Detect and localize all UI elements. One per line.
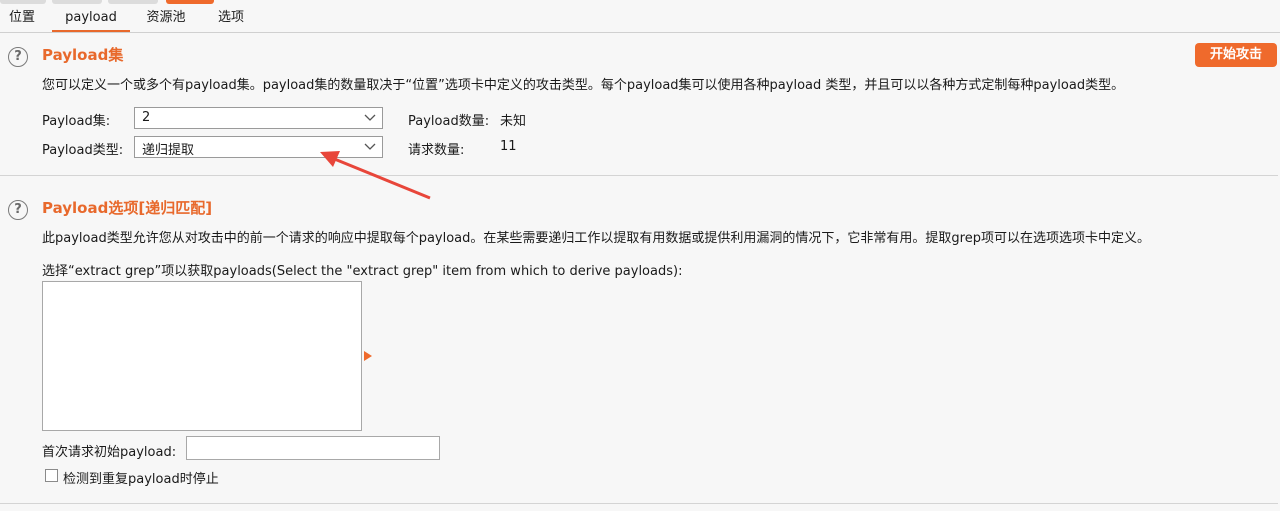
payload-set-value: 2: [142, 110, 151, 125]
initial-payload-input[interactable]: [186, 436, 440, 460]
stop-on-duplicate-label: 检测到重复payload时停止: [63, 472, 219, 487]
tab-resource-pool[interactable]: 资源池: [138, 4, 194, 31]
payload-count-label: Payload数量:: [408, 114, 490, 129]
section-divider: [0, 503, 1278, 504]
payload-type-select[interactable]: 递归提取: [134, 136, 383, 158]
chevron-down-icon: [364, 114, 376, 121]
payload-options-description: 此payload类型允许您从对攻击中的前一个请求的响应中提取每个payload。…: [42, 231, 1150, 246]
stop-on-duplicate-checkbox[interactable]: [45, 469, 58, 482]
start-attack-button[interactable]: 开始攻击: [1195, 43, 1277, 67]
tab-positions[interactable]: 位置: [0, 4, 44, 31]
chevron-down-icon: [364, 143, 376, 150]
request-count-label: 请求数量:: [408, 143, 465, 158]
grep-item-prompt: 选择“extract grep”项以获取payloads(Select the …: [42, 264, 683, 279]
section-divider: [0, 175, 1278, 176]
request-count-value: 11: [500, 139, 517, 154]
payload-sets-title: Payload集: [42, 46, 124, 64]
payload-count-value: 未知: [500, 114, 527, 129]
payload-type-label: Payload类型:: [42, 143, 124, 158]
initial-payload-label: 首次请求初始payload:: [42, 445, 177, 460]
payload-sets-description: 您可以定义一个或多个有payload集。payload集的数量取决于“位置”选项…: [42, 78, 1125, 93]
tab-options[interactable]: 选项: [204, 4, 258, 31]
question-circle-icon[interactable]: ?: [8, 47, 28, 67]
question-circle-icon[interactable]: ?: [8, 200, 28, 220]
payload-type-value: 递归提取: [142, 143, 195, 158]
payload-set-select[interactable]: 2: [134, 107, 383, 129]
tab-payloads[interactable]: payload: [52, 4, 130, 32]
expand-arrow-icon[interactable]: [364, 351, 372, 361]
extract-grep-list[interactable]: [42, 281, 362, 431]
payload-set-label: Payload集:: [42, 114, 111, 129]
payload-options-title: Payload选项[递归匹配]: [42, 199, 213, 217]
tab-bar: 位置 payload 资源池 选项: [0, 4, 1280, 33]
